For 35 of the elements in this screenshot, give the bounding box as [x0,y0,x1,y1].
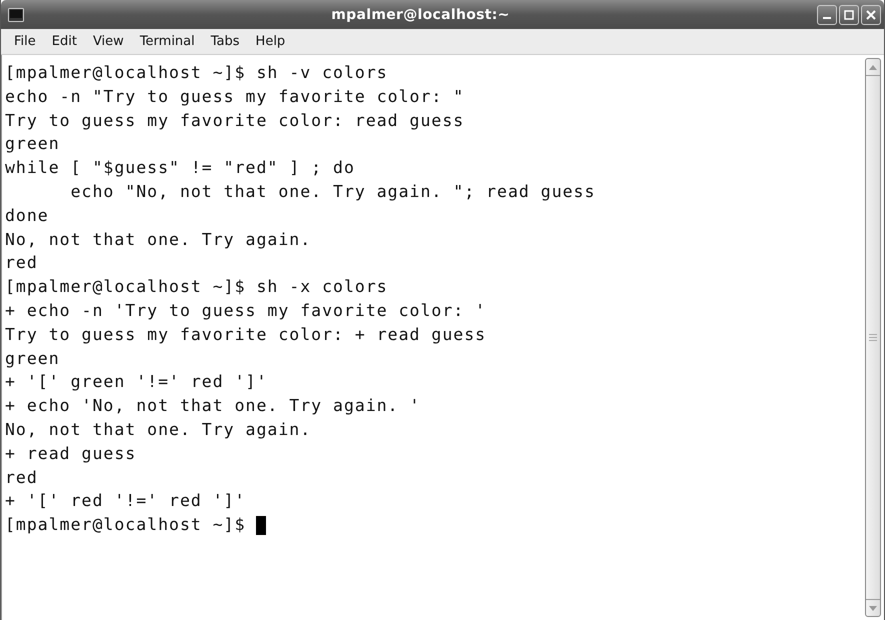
menu-item[interactable]: Terminal [132,32,202,51]
close-button[interactable] [861,4,881,24]
terminal-line: + read guess [5,442,136,465]
terminal-line: [mpalmer@localhost ~]$ [5,514,247,536]
menu-item[interactable]: File [7,32,43,51]
terminal-line: No, not that one. Try again. [5,418,312,441]
terminal-line: + '[' green '!=' red ']' [5,371,268,394]
maximize-button[interactable] [839,4,859,24]
terminal-line: + echo 'No, not that one. Try again. ' [5,395,420,418]
terminal-icon [8,8,24,22]
minimize-button[interactable] [817,4,837,24]
terminal-line: green [5,348,60,370]
terminal-line: echo -n "Try to guess my favorite color: " [5,86,464,108]
menu-item[interactable]: Edit [44,32,84,51]
terminal-line: Try to guess my favorite color: + read guess [5,324,486,346]
terminal-line: + '[' red '!=' red ']' [5,490,246,512]
terminal-line: [mpalmer@localhost ~]$ sh -v colors [5,62,388,84]
terminal-line: echo "No, not that one. Try again. "; read guess [70,180,596,203]
menu-item[interactable]: Help [248,32,292,51]
terminal-line: red [5,252,38,274]
terminal-line: [mpalmer@localhost ~]$ sh -x colors [5,276,388,298]
minimize-icon [823,17,831,19]
menu-item[interactable]: Tabs [204,32,247,51]
terminal-line: done [5,204,49,227]
window-title: mpalmer@localhost:~ [330,6,511,22]
close-icon [866,10,876,20]
terminal-line: No, not that one. Try again. [5,228,312,251]
terminal-line: green [5,133,60,156]
terminal-line: Try to guess my favorite color: read guess [5,110,464,132]
menu-item[interactable]: View [86,32,131,51]
terminal-line: + echo -n 'Try to guess my favorite color: ' [5,300,486,322]
terminal-line: red [5,466,38,489]
maximize-icon [844,10,854,20]
terminal-line: while [ "$guess" != "red" ] ; do [5,157,355,180]
scrollbar[interactable] [865,58,881,617]
